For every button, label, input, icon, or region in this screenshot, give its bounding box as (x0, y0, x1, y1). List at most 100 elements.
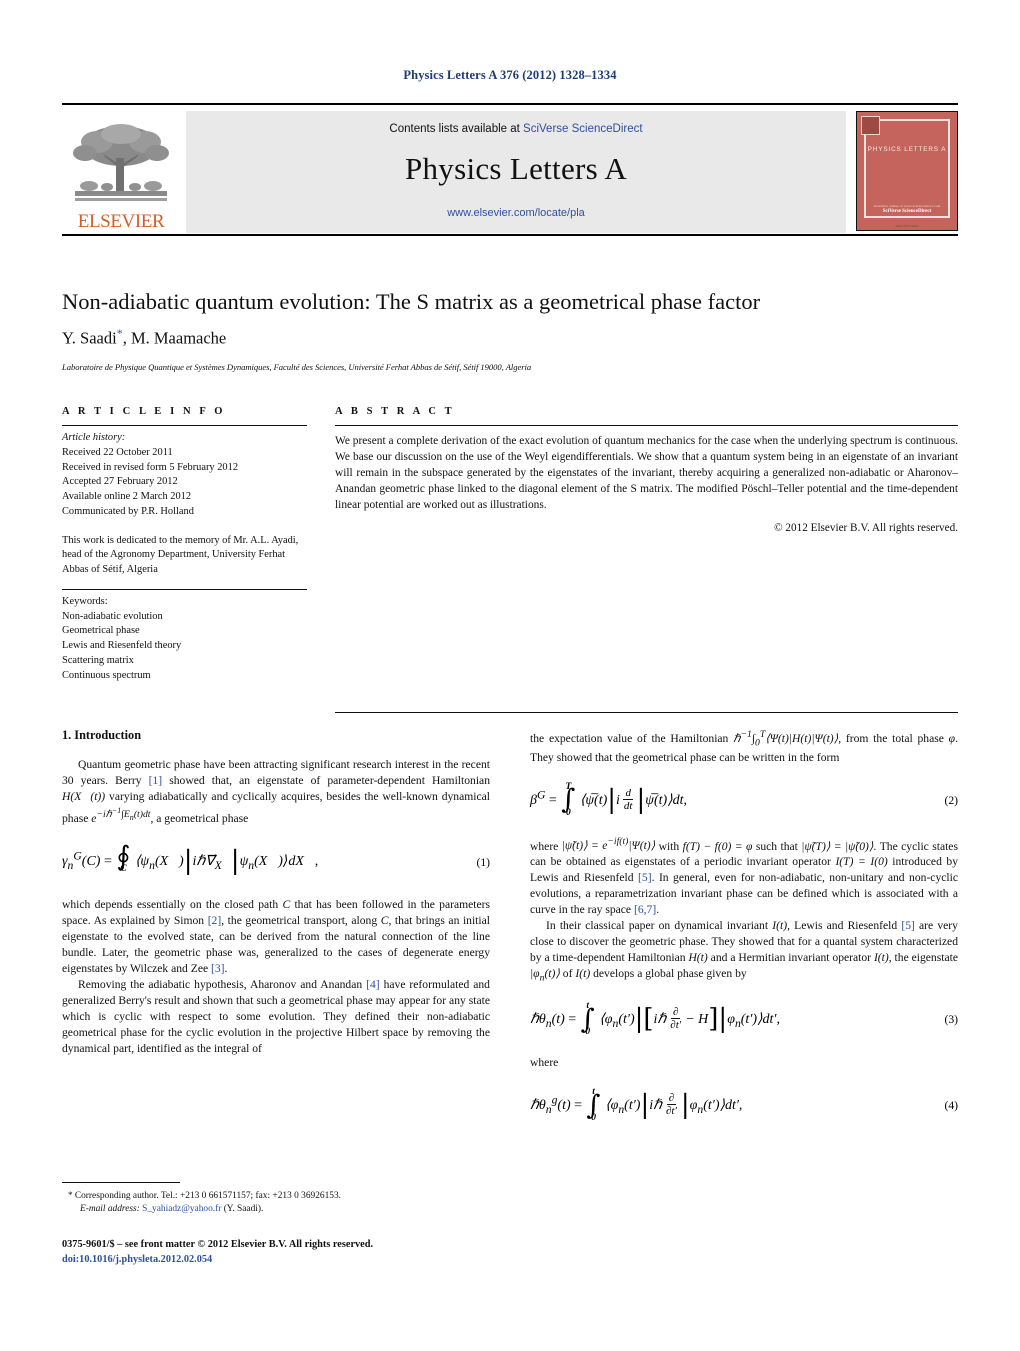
text-run: of (559, 967, 576, 981)
text-run: which depends essentially on the closed … (62, 898, 283, 912)
inline-math: |φn(t)⟩ (530, 967, 560, 984)
contents-band: Contents lists available at SciVerse Sci… (186, 111, 846, 233)
abstract-heading: A B S T R A C T (335, 406, 455, 417)
elsevier-tree-icon (69, 120, 173, 212)
contents-available-line: Contents lists available at SciVerse Sci… (186, 111, 846, 135)
citation-ref-3[interactable]: [3] (211, 962, 225, 975)
paragraph: which depends essentially on the closed … (62, 897, 490, 977)
corresponding-author-note: * Corresponding author. Tel.: +213 0 661… (62, 1189, 490, 1203)
cover-badge-icon (861, 116, 880, 135)
equation-4-number: (4) (944, 1099, 958, 1113)
equation-1: γnG(C) = ∮ C ⟨ψn(X⃗)|iℏ∇⃗X⃗|ψn(X⃗)⟩dX⃗, … (62, 840, 490, 884)
paragraph-where: where (530, 1055, 559, 1069)
keyword-item: Non-adiabatic evolution (62, 610, 163, 622)
definite-integral: t ∫ 0 (586, 1087, 601, 1123)
equation-1-expression: γnG(C) = ∮ C ⟨ψn(X⃗)|iℏ∇⃗X⃗|ψn(X⃗)⟩dX⃗, (62, 841, 319, 877)
text-run: . (656, 903, 660, 917)
email-link[interactable]: S_yahiadz@yahoo.fr (142, 1204, 221, 1214)
doi-link[interactable]: doi:10.1016/j.physleta.2012.02.054 (62, 1253, 532, 1268)
inline-math: H(t) (688, 951, 708, 965)
equation-2-expression: βG = T ∫ 0 ⟨ψ̅(t)|i d dt |ψ̅(t)⟩dt, (530, 781, 688, 818)
article-info-heading: A R T I C L E I N F O (62, 406, 226, 417)
text-run: Removing the adiabatic hypothesis, Aharo… (78, 977, 367, 991)
inline-math: I(t) (873, 951, 889, 965)
inline-math: ℏ−1∫0T⟨Ψ(t)|H(t)|Ψ(t)⟩ (733, 729, 839, 749)
journal-url-link[interactable]: www.elsevier.com/locate/pla (186, 207, 846, 219)
contour-integral: ∮ C (116, 841, 131, 875)
text-run: and a Hermitian invariant operator (707, 951, 874, 965)
body-columns: 1. Introduction Quantum geometric phase … (62, 728, 958, 1141)
text-run: , the eigenstate (888, 951, 958, 965)
inline-math: |ψ̃(t)⟩ = e−if(t)|Ψ(t)⟩ (561, 836, 656, 853)
footnote-marker: * (68, 1190, 73, 1200)
text-run: showed that, an eigenstate of parameter-… (162, 773, 490, 787)
equation-2: βG = T ∫ 0 ⟨ψ̅(t)|i d dt |ψ̅(t)⟩dt, (2) (530, 779, 958, 823)
paper-page: Physics Letters A 376 (2012) 1328–1334 E… (0, 0, 1020, 1351)
text-run: , a geometrical phase (150, 812, 249, 826)
text-run: , from the total phase (838, 731, 949, 745)
paragraph: In their classical paper on dynamical in… (530, 918, 958, 985)
author-rest: , M. Maamache (122, 328, 227, 348)
journal-title: Physics Letters A (404, 151, 628, 186)
body-column-gap (490, 728, 530, 1141)
citation-ref-4[interactable]: [4] (366, 978, 380, 991)
equation-4: ℏθng(t) = t ∫ 0 ⟨φn(t′)|iℏ ∂ ∂t′ |φn(t′)⟩dt… (530, 1084, 958, 1128)
article-history-label: Article history: (62, 432, 126, 443)
email-owner: (Y. Saadi). (223, 1204, 264, 1215)
inline-math: I(t) (575, 967, 591, 981)
citation-ref-6-7[interactable]: [6,7] (634, 903, 656, 916)
running-head: Physics Letters A 376 (2012) 1328–1334 (403, 68, 617, 82)
info-abstract-region: A R T I C L E I N F O Article history: R… (62, 406, 958, 683)
text-run: . (224, 961, 228, 975)
email-label: E-mail address: (80, 1204, 140, 1215)
citation-ref-5[interactable]: [5] (638, 871, 652, 884)
keyword-item: Continuous spectrum (62, 669, 151, 681)
citation-ref-2[interactable]: [2] (208, 914, 222, 927)
text-run: develops a global phase given by (590, 967, 747, 981)
citation-ref-1[interactable]: [1] (149, 774, 163, 787)
cover-journal-name: PHYSICS LETTERS A (867, 146, 947, 153)
email-note: E-mail address: S_yahiadz@yahoo.fr (Y. S… (62, 1203, 490, 1216)
elsevier-wordmark: ELSEVIER (77, 211, 165, 232)
history-item: Accepted 27 February 2012 (62, 476, 178, 488)
paragraph: the expectation value of the Hamiltonian… (530, 728, 958, 766)
history-item: Communicated by P.R. Holland (62, 505, 194, 517)
equation-1-number: (1) (476, 855, 490, 869)
inline-math: I(T) = I(0) (835, 855, 888, 869)
sciencedirect-link[interactable]: SciVerse ScienceDirect (523, 123, 643, 135)
cover-footer-line2: SciVerse ScienceDirect (882, 209, 932, 214)
definite-integral: t ∫ 0 (580, 1001, 595, 1037)
cover-footer-line3: ISSN 0375-9601 (895, 224, 919, 228)
equation-2-number: (2) (944, 794, 958, 807)
body-right-column: the expectation value of the Hamiltonian… (530, 728, 958, 1141)
journal-cover-thumbnail[interactable]: PHYSICS LETTERS A Available online at ww… (856, 111, 958, 231)
abstract-column: A B S T R A C T We present a complete de… (335, 406, 958, 683)
inline-math: |ψ̃(T)⟩ = |ψ̃(0)⟩ (801, 839, 874, 853)
footnote-block: * Corresponding author. Tel.: +213 0 661… (62, 1182, 490, 1216)
history-item: Received in revised form 5 February 2012 (62, 461, 239, 473)
keyword-item: Geometrical phase (62, 625, 140, 637)
history-item: Available online 2 March 2012 (62, 491, 192, 503)
section-heading-introduction: 1. Introduction (62, 728, 142, 742)
text-run: such that (752, 839, 802, 853)
inline-math: I(t) (772, 919, 788, 933)
text-run: In their classical paper on dynamical in… (546, 919, 773, 933)
citation-ref-5[interactable]: [5] (901, 919, 915, 932)
author-list: Y. Saadi*, M. Maamache (62, 326, 942, 349)
contents-prefix: Contents lists available at (389, 123, 524, 135)
paragraph: Removing the adiabatic hypothesis, Aharo… (62, 977, 490, 1057)
history-item: Received 22 October 2011 (62, 446, 173, 458)
front-matter-line: 0375-9601/$ – see front matter © 2012 El… (62, 1239, 374, 1250)
text-run: , Lewis and Riesenfeld (787, 919, 902, 933)
footnote-rule (62, 1182, 180, 1183)
text-run: where (530, 839, 562, 853)
text-run: with (655, 839, 683, 853)
text-run: , the geometrical transport, along (221, 914, 381, 927)
author-first: Y. Saadi (62, 328, 117, 348)
inline-math: f(T) − f(0) = φ (682, 839, 753, 853)
equation-3-expression: ℏθn(t) = t ∫ 0 ⟨φn(t′)|[iℏ ∂ ∂t′ − H]|φn(t′… (530, 1001, 780, 1037)
abstract-copyright: © 2012 Elsevier B.V. All rights reserved… (774, 522, 958, 535)
keyword-item: Scattering matrix (62, 654, 134, 666)
cover-footer-line1: Available online at www.sciencedirect.co… (873, 204, 941, 208)
equation-4-expression: ℏθng(t) = t ∫ 0 ⟨φn(t′)|iℏ ∂ ∂t′ |φn(t′)⟩dt… (530, 1087, 743, 1123)
